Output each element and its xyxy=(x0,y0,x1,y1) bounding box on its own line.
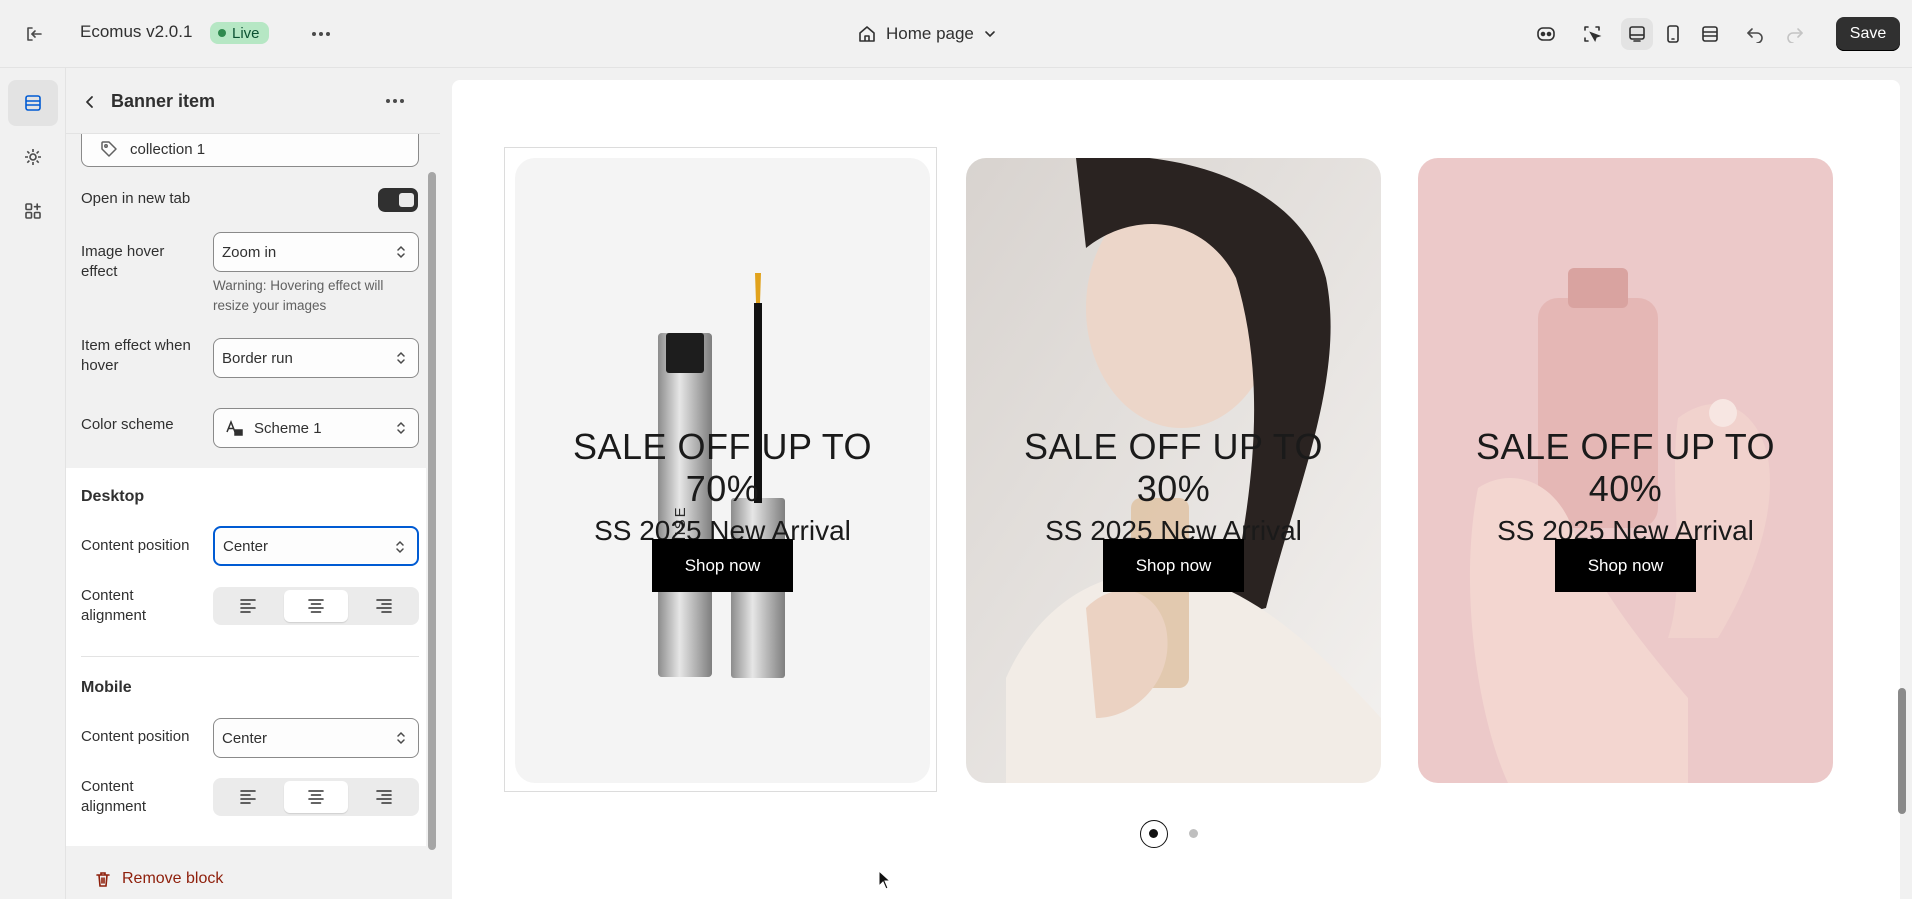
more-actions-icon[interactable] xyxy=(306,20,336,48)
select-arrows-icon xyxy=(397,421,405,435)
mobile-content-position-label: Content position xyxy=(81,728,190,745)
banner-title: SALE OFF UP TO 70% xyxy=(572,426,873,509)
status-badge-label: Live xyxy=(232,24,260,42)
live-dot-icon xyxy=(218,29,226,37)
save-button[interactable]: Save xyxy=(1836,17,1900,51)
home-icon xyxy=(859,26,875,42)
redo-icon xyxy=(1779,18,1811,50)
mobile-view-icon[interactable] xyxy=(1657,18,1689,50)
carousel-dot-active[interactable] xyxy=(1140,820,1168,848)
mobile-content-alignment-label: Content alignment xyxy=(81,778,147,815)
desktop-content-position-label: Content position xyxy=(81,537,190,554)
select-arrows-icon xyxy=(397,351,405,365)
back-arrow-icon[interactable] xyxy=(76,88,104,116)
panel-scrollbar[interactable] xyxy=(428,172,436,850)
trash-icon xyxy=(96,872,110,887)
page-selector[interactable]: Home page xyxy=(858,18,996,50)
settings-panel: Banner item collection 1 Open in new tab… xyxy=(66,68,440,899)
align-right-icon[interactable] xyxy=(351,781,416,813)
color-scheme-icon xyxy=(226,419,243,436)
color-scheme-select[interactable]: Scheme 1 xyxy=(213,408,419,448)
undo-icon[interactable] xyxy=(1739,18,1771,50)
tag-icon xyxy=(101,141,117,157)
color-scheme-label: Color scheme xyxy=(81,416,174,433)
alignment-settings-card: Desktop Content position Center Content … xyxy=(66,468,426,846)
desktop-content-position-select[interactable]: Center xyxy=(213,526,419,566)
shop-now-button[interactable]: Shop now xyxy=(1555,539,1696,592)
shop-now-button[interactable]: Shop now xyxy=(652,539,793,592)
canvas-scrollbar[interactable] xyxy=(1898,688,1906,814)
customer-privacy-icon[interactable] xyxy=(1530,18,1562,50)
banner-card[interactable]: RALISE SALE OFF UP TO 70% SS 2025 New Ar… xyxy=(515,158,930,783)
select-arrows-icon xyxy=(397,245,405,259)
desktop-content-alignment-label: Content alignment xyxy=(81,587,147,624)
left-rail xyxy=(0,68,66,899)
banner-card[interactable]: SALE OFF UP TO 40% SS 2025 New Arrival S… xyxy=(1418,158,1833,783)
panel-body: collection 1 Open in new tab Image hover… xyxy=(66,134,440,899)
preview-canvas: RALISE SALE OFF UP TO 70% SS 2025 New Ar… xyxy=(452,80,1900,899)
chevron-down-icon xyxy=(985,31,995,38)
panel-more-icon[interactable] xyxy=(380,87,410,115)
color-scheme-value: Scheme 1 xyxy=(254,419,322,437)
mobile-content-position-value: Center xyxy=(222,729,268,747)
desktop-content-position-value: Center xyxy=(223,537,269,555)
status-badge: Live xyxy=(210,22,269,44)
mobile-heading: Mobile xyxy=(81,679,132,696)
panel-title: Banner item xyxy=(111,91,216,111)
mobile-content-position-select[interactable]: Center xyxy=(213,718,419,758)
item-effect-value: Border run xyxy=(222,349,293,367)
apps-icon[interactable] xyxy=(8,188,58,234)
settings-gear-icon[interactable] xyxy=(8,134,58,180)
remove-block-button[interactable]: Remove block xyxy=(94,870,223,888)
page-selector-label: Home page xyxy=(886,24,974,43)
item-effect-select[interactable]: Border run xyxy=(213,338,419,378)
align-center-icon[interactable] xyxy=(283,590,349,622)
remove-block-label: Remove block xyxy=(122,870,224,887)
desktop-view-icon[interactable] xyxy=(1621,18,1653,50)
banner-card[interactable]: SALE OFF UP TO 30% SS 2025 New Arrival S… xyxy=(966,158,1381,783)
banner-title: SALE OFF UP TO 30% xyxy=(1023,426,1324,509)
desktop-heading: Desktop xyxy=(81,488,145,505)
image-hover-value: Zoom in xyxy=(222,243,277,261)
theme-name: Ecomus v2.0.1 xyxy=(80,22,193,41)
inspector-icon[interactable] xyxy=(1576,18,1608,50)
carousel-dot[interactable] xyxy=(1189,829,1198,838)
image-hover-select[interactable]: Zoom in xyxy=(213,232,419,272)
link-value: collection 1 xyxy=(130,140,206,158)
align-left-icon[interactable] xyxy=(216,590,281,622)
shop-now-button[interactable]: Shop now xyxy=(1103,539,1244,592)
desktop-alignment-segmented xyxy=(213,587,419,625)
align-left-icon[interactable] xyxy=(216,781,281,813)
mouse-cursor-icon xyxy=(878,870,892,890)
align-right-icon[interactable] xyxy=(351,590,416,622)
select-arrows-icon xyxy=(397,731,405,745)
select-arrows-icon xyxy=(396,540,404,554)
banner-title: SALE OFF UP TO 40% xyxy=(1475,426,1776,509)
sections-icon[interactable] xyxy=(8,80,58,126)
image-hover-label: Image hover effect xyxy=(81,243,165,280)
open-new-tab-toggle[interactable] xyxy=(378,188,418,212)
divider xyxy=(81,656,419,657)
panel-header: Banner item xyxy=(66,68,440,134)
exit-icon[interactable] xyxy=(18,20,50,48)
align-center-icon[interactable] xyxy=(283,781,349,813)
link-field[interactable]: collection 1 xyxy=(81,134,419,167)
item-effect-label: Item effect when hover xyxy=(81,337,191,374)
open-new-tab-label: Open in new tab xyxy=(81,190,191,207)
mobile-alignment-segmented xyxy=(213,778,419,816)
fullscreen-view-icon[interactable] xyxy=(1694,18,1726,50)
top-bar: Ecomus v2.0.1 Live Home page Save xyxy=(0,0,1912,68)
image-hover-help: Warning: Hovering effect will resize you… xyxy=(213,278,384,313)
